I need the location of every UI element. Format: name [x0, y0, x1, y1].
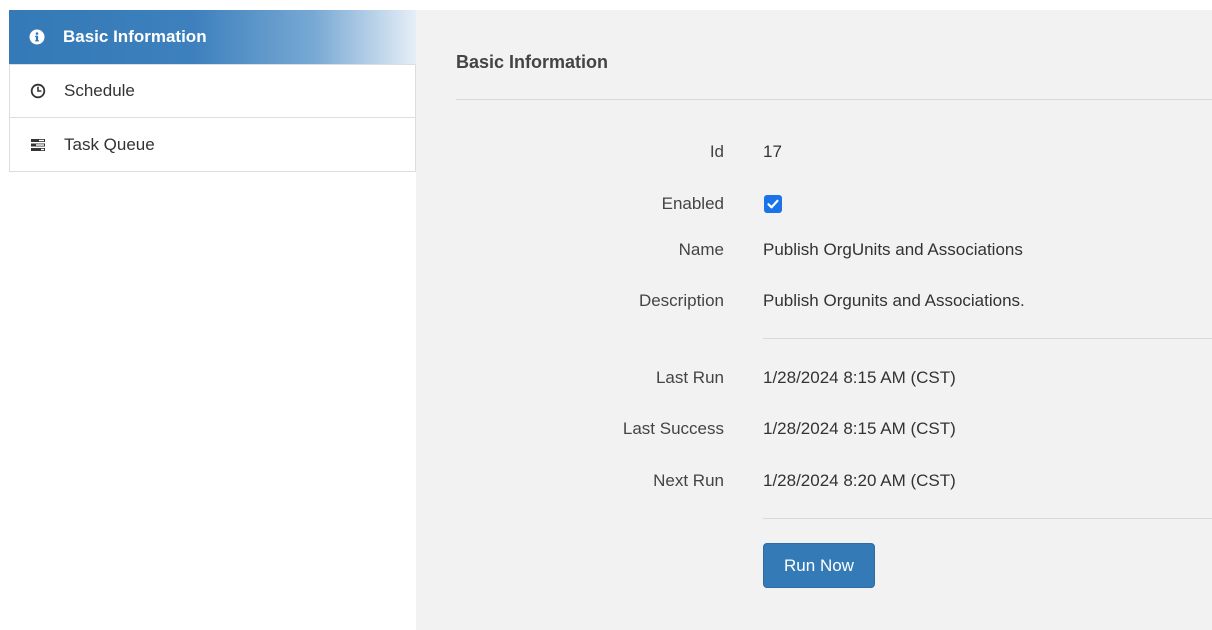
last-run-value: 1/28/2024 8:15 AM (CST): [763, 368, 956, 387]
title-divider: [456, 99, 1212, 100]
sidebar-item-label: Task Queue: [64, 134, 155, 154]
id-label: Id: [709, 142, 724, 161]
enabled-label: Enabled: [661, 194, 724, 213]
sidebar-item-task-queue[interactable]: Task Queue: [9, 118, 416, 172]
last-run-label: Last Run: [655, 368, 724, 387]
id-value: 17: [763, 142, 782, 161]
sidebar-item-basic-information[interactable]: Basic Information: [9, 10, 416, 64]
run-now-button[interactable]: Run Now: [763, 543, 875, 588]
next-run-value: 1/28/2024 8:20 AM (CST): [763, 471, 956, 490]
section-divider: [763, 338, 1212, 339]
sidebar-item-label: Schedule: [64, 81, 135, 100]
last-success-label: Last Success: [622, 419, 724, 438]
description-label: Description: [638, 291, 724, 310]
main-panel: Basic Information Id 17 Enabled Name Pub…: [416, 10, 1212, 630]
enabled-checkbox[interactable]: [764, 195, 782, 213]
info-circle-icon: [29, 29, 45, 45]
clock-icon: [30, 83, 46, 99]
name-label: Name: [678, 240, 724, 259]
sidebar-nav: Basic Information Schedule Task Queue: [9, 10, 416, 172]
description-value: Publish Orgunits and Associations.: [763, 291, 1025, 310]
next-run-label: Next Run: [653, 471, 724, 490]
sidebar-item-label: Basic Information: [63, 27, 207, 46]
checkmark-icon: [767, 199, 779, 209]
sidebar-item-schedule[interactable]: Schedule: [9, 64, 416, 118]
panel-title: Basic Information: [456, 52, 609, 72]
name-value: Publish OrgUnits and Associations: [763, 240, 1023, 259]
section-divider: [763, 518, 1212, 519]
tasks-icon: [30, 137, 46, 153]
page: Basic Information Schedule Task Queue Ba…: [0, 0, 1212, 630]
last-success-value: 1/28/2024 8:15 AM (CST): [763, 419, 956, 438]
